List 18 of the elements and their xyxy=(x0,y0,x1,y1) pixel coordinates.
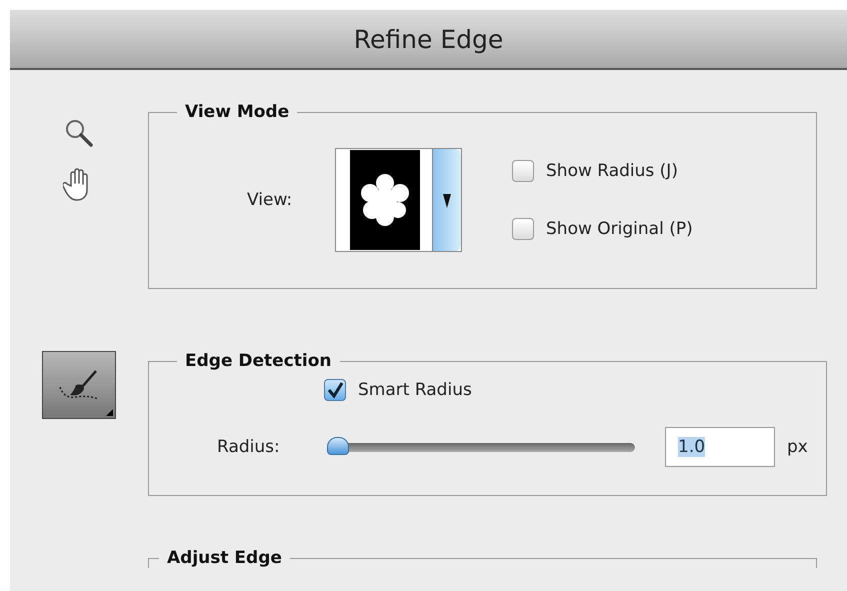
zoom-icon[interactable] xyxy=(64,118,94,148)
checkbox[interactable] xyxy=(324,379,346,401)
refine-brush-button[interactable] xyxy=(42,351,116,419)
group-legend: Adjust Edge xyxy=(159,548,290,568)
checkbox-label: Show Radius (J) xyxy=(546,161,678,181)
radius-field[interactable]: 1.0 xyxy=(665,427,775,467)
caret-icon xyxy=(443,192,451,208)
unit-label: px xyxy=(787,437,808,457)
checkbox-label: Show Original (P) xyxy=(546,219,693,239)
radius-label: Radius: xyxy=(217,437,281,457)
checkbox-label: Smart Radius xyxy=(358,380,472,400)
group-legend: Edge Detection xyxy=(177,351,340,371)
view-dropdown[interactable] xyxy=(335,148,462,252)
checkbox[interactable] xyxy=(512,160,534,182)
group-legend: View Mode xyxy=(177,102,298,122)
window-title: Refine Edge xyxy=(354,24,504,54)
checkbox[interactable] xyxy=(512,218,534,240)
view-label: View: xyxy=(247,190,294,210)
